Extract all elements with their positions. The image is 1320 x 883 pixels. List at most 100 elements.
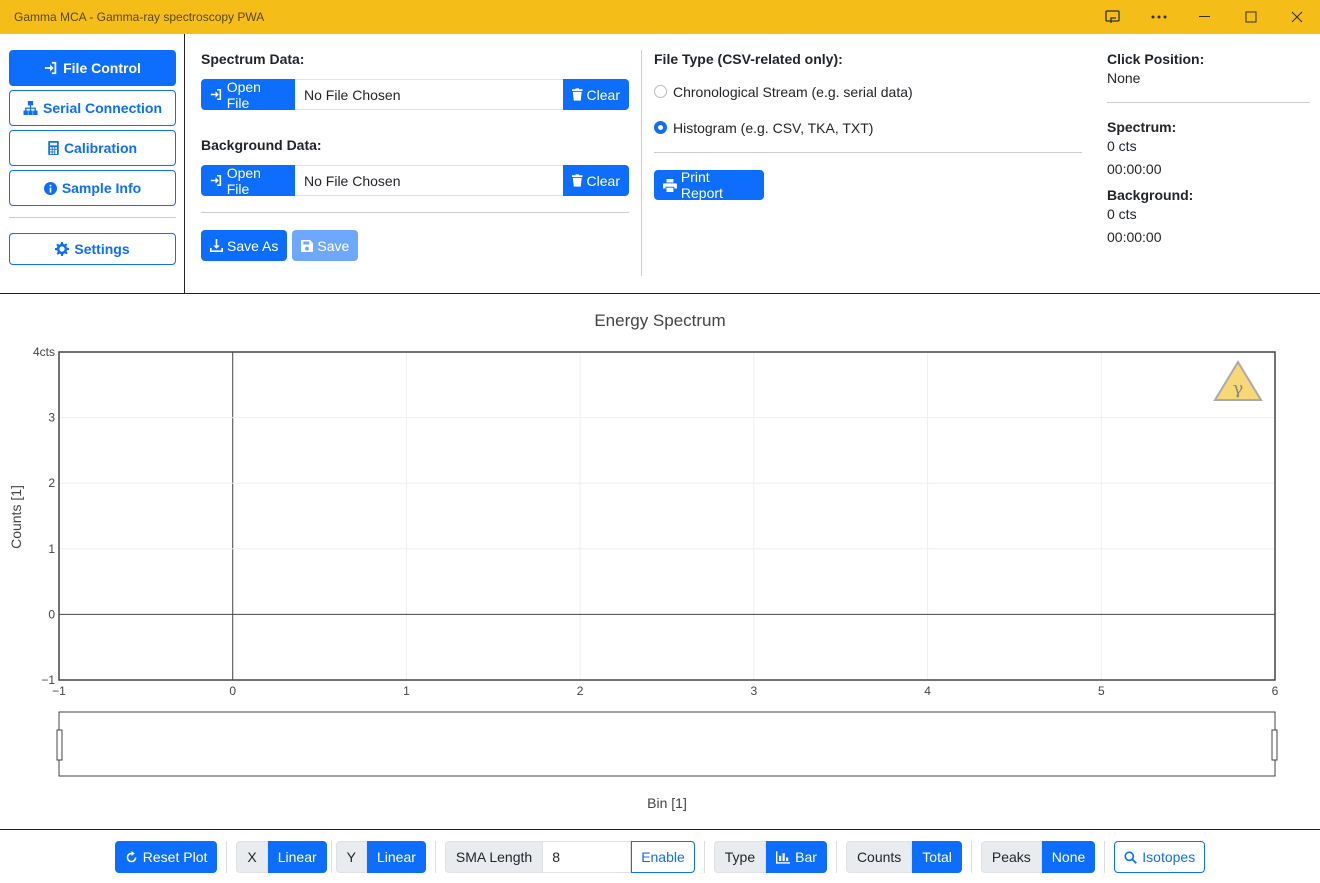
floppy-disk-icon xyxy=(301,239,314,252)
sma-enable-button[interactable]: Enable xyxy=(631,841,695,873)
file-type-divider xyxy=(654,152,1082,153)
plot-type-label: Type xyxy=(713,841,767,873)
toolbar-divider xyxy=(970,841,972,873)
plot-area[interactable]: Energy Spectrum Counts [1] Bin [1] −1 0 1 2… xyxy=(0,294,1320,830)
plot-type-value: Bar xyxy=(795,849,817,865)
energy-spectrum-chart[interactable]: Energy Spectrum Counts [1] Bin [1] −1 0 1 2… xyxy=(0,294,1320,830)
click-position-label: Click Position: xyxy=(1107,51,1205,67)
spectrum-time: 00:00:00 xyxy=(1107,161,1162,177)
cast-icon[interactable] xyxy=(1090,0,1136,34)
file-import-icon xyxy=(210,174,222,187)
y-scale-button[interactable]: Linear xyxy=(366,841,426,873)
chart-grid xyxy=(59,352,1275,680)
download-icon xyxy=(210,239,223,252)
y-tick-label: −1 xyxy=(41,673,55,687)
counts-button[interactable]: Total xyxy=(912,841,962,873)
radio-histogram[interactable]: Histogram (e.g. CSV, TKA, TXT) xyxy=(654,115,1082,140)
y-scale-group: Y Linear xyxy=(335,841,426,873)
info-divider xyxy=(1107,102,1310,103)
y-scale-label: Y xyxy=(335,841,367,873)
print-report-label: Print Report xyxy=(680,169,723,201)
spectrum-clear-button[interactable]: Clear xyxy=(563,79,629,110)
calibration-button[interactable]: Calibration xyxy=(9,130,176,166)
plot-type-button[interactable]: Bar xyxy=(766,841,827,873)
maximize-icon[interactable] xyxy=(1228,0,1274,34)
calculator-icon xyxy=(48,141,59,155)
plot-toolbar: Reset Plot X Linear Y Linear SMA Length … xyxy=(0,831,1320,883)
radio-unchecked-icon[interactable] xyxy=(654,85,667,98)
minimize-icon[interactable] xyxy=(1182,0,1228,34)
serial-connection-button[interactable]: Serial Connection xyxy=(9,90,176,126)
background-info-label: Background: xyxy=(1107,187,1194,203)
settings-button[interactable]: Settings xyxy=(9,233,176,265)
trash-icon xyxy=(572,88,583,101)
range-slider-handle-left[interactable] xyxy=(56,729,63,761)
range-slider[interactable] xyxy=(58,711,1276,777)
x-tick-label: 4 xyxy=(924,684,931,698)
spectrum-data-label: Spectrum Data: xyxy=(201,51,305,67)
peaks-group: Peaks None xyxy=(980,841,1096,873)
y-tick-label: 1 xyxy=(48,542,55,556)
file-control-label: File Control xyxy=(63,60,141,76)
refresh-icon xyxy=(126,850,137,862)
x-tick-label: 1 xyxy=(403,684,410,698)
file-control-button[interactable]: File Control xyxy=(9,50,176,86)
toolbar-divider xyxy=(330,841,332,873)
background-clear-button[interactable]: Clear xyxy=(563,165,629,196)
x-scale-label: X xyxy=(236,841,268,873)
background-counts: 0 cts xyxy=(1107,206,1137,222)
gear-icon xyxy=(55,242,70,256)
counts-label: Counts xyxy=(845,841,913,873)
isotopes-button[interactable]: Isotopes xyxy=(1114,841,1206,873)
y-tick-label: 2 xyxy=(48,476,55,490)
sma-group: SMA Length 8 Enable xyxy=(444,841,695,873)
click-position-value: None xyxy=(1107,70,1141,86)
sma-length-input[interactable]: 8 xyxy=(543,841,632,873)
radio-chronological-stream[interactable]: Chronological Stream (e.g. serial data) xyxy=(654,79,1082,104)
peaks-button[interactable]: None xyxy=(1041,841,1096,873)
background-time: 00:00:00 xyxy=(1107,229,1162,245)
toolbar-divider xyxy=(226,841,228,873)
info-circle-icon xyxy=(43,181,57,195)
printer-icon xyxy=(663,178,677,192)
network-icon xyxy=(23,101,38,115)
sample-info-button[interactable]: Sample Info xyxy=(9,170,176,206)
print-report-button[interactable]: Print Report xyxy=(654,169,764,201)
spectrum-info-label: Spectrum: xyxy=(1107,119,1177,135)
background-file-row: Open File No File Chosen Clear xyxy=(201,165,629,197)
title-bar: Gamma MCA - Gamma-ray spectroscopy PWA xyxy=(0,0,1320,34)
toolbar-divider xyxy=(703,841,705,873)
y-tick-label: 4cts xyxy=(33,345,55,359)
y-axis-label: Counts [1] xyxy=(8,485,24,549)
toolbar-divider xyxy=(434,841,436,873)
save-button[interactable]: Save xyxy=(292,230,359,261)
background-data-label: Background Data: xyxy=(201,137,322,153)
file-import-icon xyxy=(44,61,57,75)
range-slider-handle-right[interactable] xyxy=(1271,729,1278,761)
x-scale-button[interactable]: Linear xyxy=(267,841,327,873)
sample-info-label: Sample Info xyxy=(61,180,142,196)
background-open-file-button[interactable]: Open File xyxy=(201,165,295,197)
settings-label: Settings xyxy=(74,241,130,257)
trash-icon xyxy=(572,174,583,187)
save-as-button[interactable]: Save As xyxy=(201,230,288,261)
close-icon[interactable] xyxy=(1274,0,1320,34)
calibration-label: Calibration xyxy=(63,140,138,156)
radio-checked-icon[interactable] xyxy=(654,121,667,134)
clear-label: Clear xyxy=(586,172,620,189)
bar-chart-icon xyxy=(776,850,791,864)
serial-connection-label: Serial Connection xyxy=(42,100,163,116)
save-label: Save xyxy=(317,237,350,254)
clear-label: Clear xyxy=(586,86,620,103)
top-panel: File Control Serial Connection Calibrati… xyxy=(0,34,1320,294)
radio-chronological-label: Chronological Stream (e.g. serial data) xyxy=(673,83,913,100)
spectrum-open-file-button[interactable]: Open File xyxy=(201,79,295,111)
file-type-label: File Type (CSV-related only): xyxy=(654,51,843,67)
plot-type-group: Type Bar xyxy=(713,841,827,873)
more-options-icon[interactable] xyxy=(1136,0,1182,34)
nav-divider xyxy=(9,217,176,218)
spectrum-counts: 0 cts xyxy=(1107,138,1137,154)
counts-group: Counts Total xyxy=(845,841,962,873)
search-icon xyxy=(1124,850,1138,864)
reset-plot-button[interactable]: Reset Plot xyxy=(114,841,218,873)
